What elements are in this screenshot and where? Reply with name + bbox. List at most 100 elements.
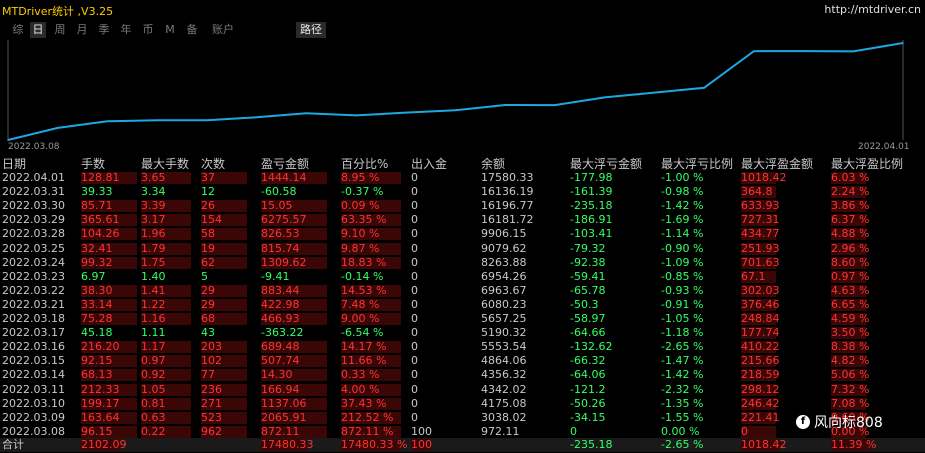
- tab-path[interactable]: 路径: [296, 22, 326, 38]
- column-header[interactable]: 日期: [2, 157, 26, 171]
- table-row[interactable]: 2022.03.16 216.20 1.17 203 689.48 14.17 % 0 555…: [0, 340, 925, 354]
- balance-line: [7, 42, 904, 141]
- cell-max-fp: 364.8: [741, 185, 773, 199]
- cell-pct: 14.53 %: [341, 283, 387, 297]
- cell-max-dd: 0: [570, 424, 577, 438]
- table-row[interactable]: 2022.03.09 163.64 0.63 523 2065.91 212.52 % 0 3…: [0, 411, 925, 425]
- table-row[interactable]: 2022.03.30 85.71 3.39 26 15.05 0.09 % 0 16196.7…: [0, 199, 925, 213]
- cell-max-fp: 701.63: [741, 255, 780, 269]
- tab-year[interactable]: 年: [118, 22, 134, 38]
- cell-pct: -0.37 %: [341, 185, 384, 199]
- site-link[interactable]: http://mtdriver.cn: [824, 3, 921, 16]
- cell-date: 2022.03.28: [2, 227, 65, 241]
- cell-count: 29: [201, 283, 215, 297]
- column-header[interactable]: 百分比%: [341, 157, 388, 171]
- cell-balance: 4864.06: [481, 354, 527, 368]
- column-header[interactable]: 最大浮亏金额: [570, 157, 642, 171]
- cell-pct: 0.09 %: [341, 199, 380, 213]
- table-row[interactable]: 2022.03.14 68.13 0.92 77 14.30 0.33 % 0 4356.32…: [0, 368, 925, 382]
- cell-io: 0: [411, 382, 418, 396]
- cell-max-dd: -79.32: [570, 241, 606, 255]
- total-pct: 17480.33 %: [341, 438, 408, 451]
- cell-max-fp-pct: 7.32 %: [831, 382, 870, 396]
- tab-account[interactable]: 账户: [208, 22, 238, 38]
- cell-date: 2022.03.11: [2, 382, 65, 396]
- cell-lots: 33.14: [81, 297, 113, 311]
- cell-max-dd-pct: -1.14 %: [661, 227, 704, 241]
- cell-io: 0: [411, 283, 418, 297]
- cell-count: 43: [201, 326, 215, 340]
- table-row[interactable]: 2022.03.23 6.97 1.40 5 -9.41 -0.14 % 0 6954.26 -…: [0, 270, 925, 284]
- column-header[interactable]: 次数: [201, 157, 225, 171]
- table-row[interactable]: 2022.03.31 39.33 3.34 12 -60.58 -0.37 % 0 16136…: [0, 185, 925, 199]
- column-header[interactable]: 最大浮盈金额: [741, 157, 813, 171]
- cell-max-fp: 221.41: [741, 410, 780, 424]
- cell-count: 26: [201, 199, 215, 213]
- column-header[interactable]: 最大浮亏比例: [661, 157, 733, 171]
- cell-max-fp: 218.59: [741, 368, 780, 382]
- cell-lots: 75.28: [81, 312, 113, 326]
- cell-balance: 6080.23: [481, 297, 527, 311]
- table-row[interactable]: 2022.04.01 128.81 3.65 37 1444.14 8.95 % 0 1758…: [0, 171, 925, 185]
- table-row[interactable]: 2022.03.15 92.15 0.97 102 507.74 11.66 % 0 4864…: [0, 354, 925, 368]
- cell-max-dd-pct: -0.98 %: [661, 185, 704, 199]
- tab-week[interactable]: 周: [52, 22, 68, 38]
- cell-max-fp: 302.03: [741, 283, 780, 297]
- table-row[interactable]: 2022.03.24 99.32 1.75 62 1309.62 18.83 % 0 8263…: [0, 256, 925, 270]
- table-row[interactable]: 2022.03.28 104.26 1.96 58 826.53 9.10 % 0 9906.…: [0, 227, 925, 241]
- tab-month[interactable]: 月: [74, 22, 90, 38]
- tab-currency[interactable]: 币: [140, 22, 156, 38]
- cell-max-dd: -161.39: [570, 185, 613, 199]
- cell-max-dd: -34.15: [570, 410, 606, 424]
- column-header[interactable]: 盈亏金额: [261, 157, 309, 171]
- tab-day[interactable]: 日: [30, 22, 46, 38]
- table-row[interactable]: 2022.03.25 32.41 1.79 19 815.74 9.87 % 0 9079.6…: [0, 242, 925, 256]
- cell-pnl: 1137.06: [261, 396, 307, 410]
- cell-pnl: -9.41: [261, 269, 290, 283]
- table-row[interactable]: 2022.03.08 96.15 0.22 962 872.11 872.11 % 100 9…: [0, 425, 925, 439]
- total-io: 100: [411, 438, 432, 451]
- column-header[interactable]: 余额: [481, 157, 505, 171]
- column-header[interactable]: 出入金: [411, 157, 447, 171]
- cell-max-fp: 246.42: [741, 396, 780, 410]
- cell-max-fp-pct: 6.03 %: [831, 171, 870, 185]
- tab-quarter[interactable]: 季: [96, 22, 112, 38]
- total-pnl: 17480.33: [261, 438, 314, 451]
- cell-max-fp-pct: 6.65 %: [831, 297, 870, 311]
- cell-io: 0: [411, 213, 418, 227]
- table-row[interactable]: 2022.03.18 75.28 1.16 68 466.93 9.00 % 0 5657.2…: [0, 312, 925, 326]
- column-header[interactable]: 手数: [81, 157, 105, 171]
- cell-max-fp-pct: 2.96 %: [831, 241, 870, 255]
- cell-date: 2022.03.15: [2, 354, 65, 368]
- cell-lots: 128.81: [81, 171, 120, 185]
- cell-io: 0: [411, 354, 418, 368]
- cell-io: 0: [411, 297, 418, 311]
- watermark: f 风向标808: [796, 412, 883, 432]
- cell-balance: 4356.32: [481, 368, 527, 382]
- cell-max-lots: 1.75: [141, 255, 166, 269]
- cell-max-fp: 215.66: [741, 354, 780, 368]
- tab-m[interactable]: M: [164, 22, 176, 38]
- table-row[interactable]: 2022.03.29 365.61 3.17 154 6275.57 63.35 % 0 16…: [0, 213, 925, 227]
- table-row[interactable]: 2022.03.21 33.14 1.22 29 422.98 7.48 % 0 6080.2…: [0, 298, 925, 312]
- cell-io: 0: [411, 255, 418, 269]
- cell-date: 2022.04.01: [2, 171, 65, 185]
- table-row[interactable]: 2022.03.10 199.17 0.81 271 1137.06 37.43 % 0 41…: [0, 397, 925, 411]
- column-header[interactable]: 最大浮盈比例: [831, 157, 903, 171]
- cell-io: 0: [411, 340, 418, 354]
- cell-balance: 6963.67: [481, 283, 527, 297]
- cell-pct: 7.48 %: [341, 297, 380, 311]
- cell-count: 203: [201, 340, 222, 354]
- table-row[interactable]: 2022.03.22 38.30 1.41 29 883.44 14.53 % 0 6963.…: [0, 284, 925, 298]
- cell-pnl: -60.58: [261, 185, 297, 199]
- cell-max-dd: -50.3: [570, 297, 599, 311]
- total-max-dd-pct: -2.65 %: [661, 438, 704, 451]
- table-row[interactable]: 2022.03.11 212.33 1.05 236 166.94 4.00 % 0 4342…: [0, 383, 925, 397]
- tab-note[interactable]: 备: [184, 22, 200, 38]
- table-row[interactable]: 2022.03.17 45.18 1.11 43 -363.22 -6.54 % 0 5190…: [0, 326, 925, 340]
- tab-summary[interactable]: 综: [10, 22, 26, 38]
- chart-point: [255, 116, 258, 119]
- cell-max-lots: 3.34: [141, 185, 166, 199]
- cell-max-dd-pct: -2.65 %: [661, 340, 704, 354]
- column-header[interactable]: 最大手数: [141, 157, 189, 171]
